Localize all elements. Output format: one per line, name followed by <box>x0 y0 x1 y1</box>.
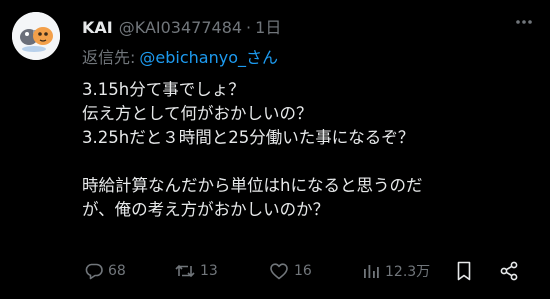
share-button[interactable] <box>498 258 520 284</box>
tweet-text: 3.15h分て事でしょ？ 伝え方として何がおかしいの？ 3.25hだと３時間と2… <box>82 78 532 222</box>
tweet-text-line: 時給計算なんだから単位はhになると思うのだ <box>82 176 423 195</box>
avatar-image <box>12 12 60 60</box>
bookmark-icon <box>457 261 471 281</box>
more-options-button[interactable] <box>512 12 536 32</box>
tweet-text-line: 3.15h分て事でしょ？ <box>82 80 245 99</box>
display-name[interactable]: KAI <box>82 18 113 37</box>
action-bar: 68 13 16 12.3万 <box>82 258 532 284</box>
views-button[interactable]: 12.3万 <box>361 258 430 284</box>
reply-context: 返信先: @ebichanyo_さん <box>82 44 278 68</box>
reply-button[interactable]: 68 <box>84 258 126 284</box>
tweet-text-line: が、俺の考え方がおかしいのか？ <box>82 200 330 219</box>
reply-to-label: 返信先: <box>82 48 136 67</box>
tweet-text-line <box>82 150 532 174</box>
timestamp[interactable]: 1日 <box>255 14 281 38</box>
share-icon <box>500 261 518 281</box>
heart-icon <box>270 263 288 280</box>
user-handle[interactable]: @KAI03477484 <box>119 18 242 37</box>
reply-to-user-link[interactable]: @ebichanyo_さん <box>139 48 278 67</box>
views-chart-icon <box>364 265 379 278</box>
tweet-text-line: 3.25hだと３時間と25分働いた事になるぞ？ <box>82 128 415 147</box>
retweet-icon <box>175 264 195 278</box>
tweet-header: KAI @KAI03477484 · 1日 <box>82 14 281 38</box>
like-count: 16 <box>294 263 312 279</box>
reply-icon <box>85 263 103 280</box>
separator-dot: · <box>246 18 252 37</box>
more-dots-icon <box>516 20 532 24</box>
retweet-button[interactable]: 13 <box>174 258 218 284</box>
avatar[interactable] <box>12 12 60 60</box>
bookmark-button[interactable] <box>454 258 474 284</box>
like-button[interactable]: 16 <box>268 258 312 284</box>
view-count: 12.3万 <box>385 264 431 280</box>
tweet-text-line: 伝え方として何がおかしいの？ <box>82 104 313 123</box>
reply-count: 68 <box>108 263 126 279</box>
retweet-count: 13 <box>200 263 218 279</box>
